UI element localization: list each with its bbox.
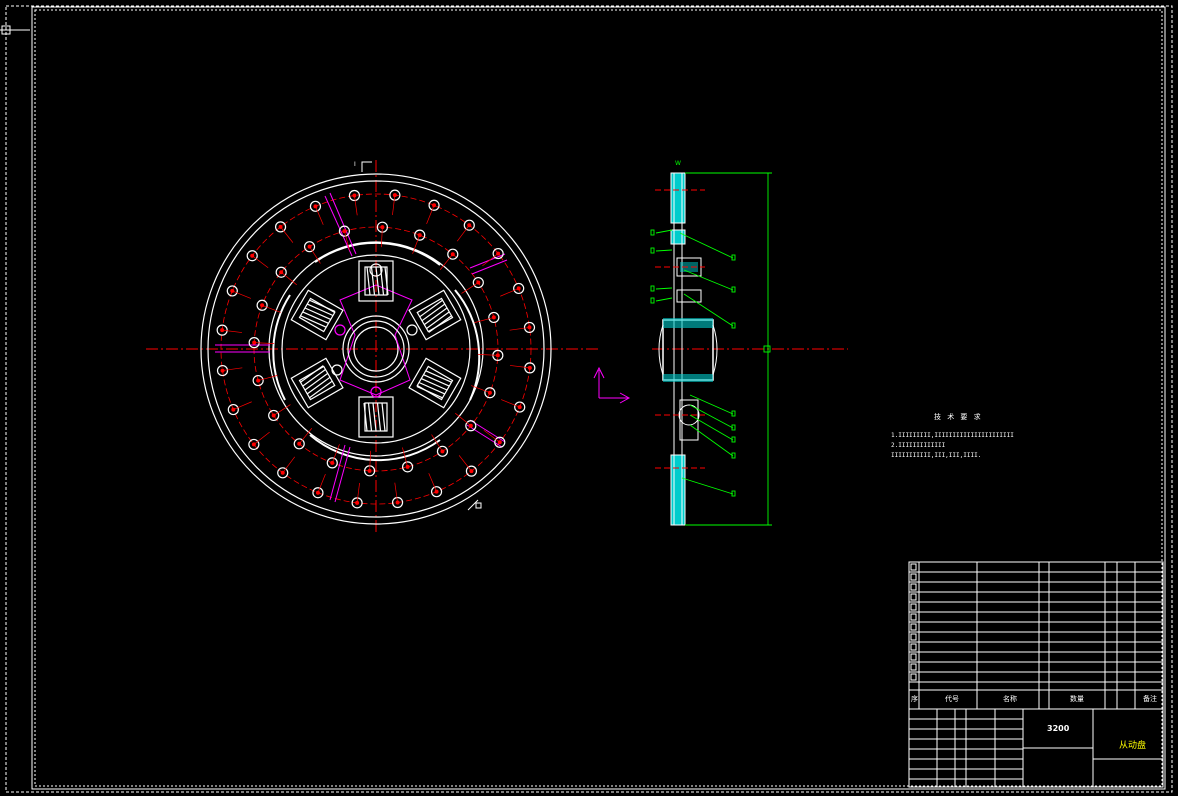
bom-header-remarks: 备注 [1143, 695, 1157, 703]
tech-requirement-line-2: 2.IIIIIIIIIIIII [891, 442, 946, 449]
tech-requirement-line-3: IIIIIIIIIII,III,III,IIII. [891, 452, 982, 459]
center-lines [146, 160, 600, 535]
drawing-number: 3200 [1047, 724, 1070, 733]
drawing-name: 从动盘 [1119, 741, 1147, 751]
tech-requirement-line-1: 1.IIIIIIIII,IIIIIIIIIIIIIIIIIIIIII [891, 432, 1014, 439]
side-top-label: W [675, 160, 681, 167]
bom-header-qty: 数量 [1070, 695, 1084, 703]
bom-header-seq: 序 [911, 695, 918, 703]
bom-header-code: 代号 [945, 695, 959, 703]
top-dim-label: I [354, 161, 356, 168]
spline-hub [331, 263, 418, 398]
bom-header-name: 名称 [1003, 695, 1017, 703]
title-block [908, 561, 1164, 788]
cad-drawing-canvas: I W [0, 5, 1173, 793]
slot-lines [215, 192, 508, 503]
drawing-border [0, 5, 1173, 793]
clutch-disc-front-view: I [146, 160, 600, 535]
tech-requirements-heading: 技 术 要 求 [934, 413, 982, 421]
clutch-disc-section-view: W [650, 160, 848, 526]
ucs-axis-icon [593, 366, 631, 404]
